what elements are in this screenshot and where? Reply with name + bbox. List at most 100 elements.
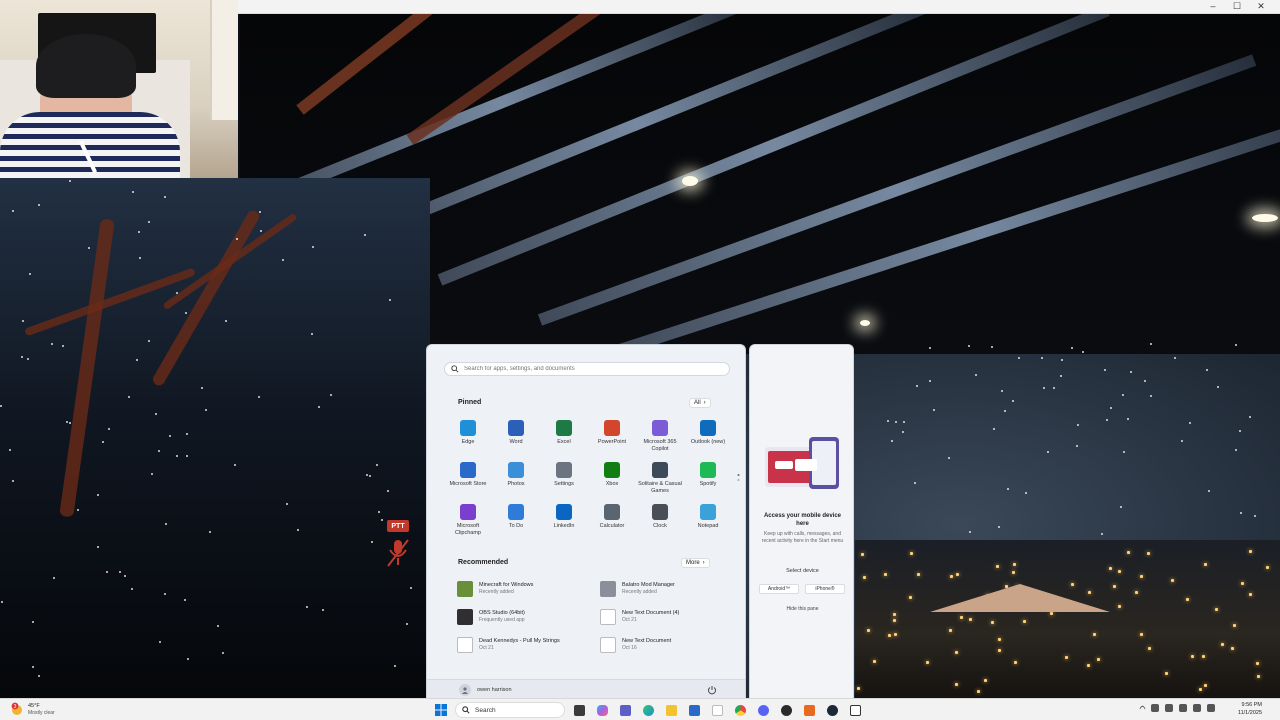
- iphone-button[interactable]: iPhone®: [805, 584, 845, 594]
- star-dot: [929, 380, 932, 383]
- spotify-icon: [700, 462, 716, 478]
- vr-icon: [849, 704, 861, 716]
- city-light: [862, 575, 866, 579]
- recommended-item[interactable]: Balatro Mod Manager Recently added: [600, 579, 717, 599]
- network-icon[interactable]: [1165, 704, 1173, 712]
- text-file-icon: [600, 609, 616, 625]
- weather-widget[interactable]: 3 45°F Mostly clear: [10, 702, 55, 716]
- taskbar: 3 45°F Mostly clear Search 9:56 PM 11/1/…: [0, 698, 1280, 720]
- taskbar-chrome[interactable]: [731, 701, 749, 719]
- start-menu: Pinned All › Edge Word Excel PowerPoint Micr…: [426, 344, 746, 698]
- phone-panel-description: Keep up with calls, messages, and recent…: [761, 531, 844, 544]
- more-button[interactable]: More ›: [681, 558, 710, 568]
- taskbar-obs[interactable]: [777, 701, 795, 719]
- taskbar-search[interactable]: Search: [455, 702, 565, 718]
- pinned-app[interactable]: PowerPoint: [588, 420, 636, 458]
- taskbar-store[interactable]: [685, 701, 703, 719]
- pinned-app[interactable]: Microsoft Clipchamp: [444, 504, 492, 542]
- star-dot: [380, 518, 383, 521]
- taskbar-steam[interactable]: [823, 701, 841, 719]
- pinned-app[interactable]: Edge: [444, 420, 492, 458]
- city-light: [894, 632, 898, 636]
- pinned-app[interactable]: Microsoft Store: [444, 462, 492, 500]
- start-button[interactable]: [432, 701, 450, 719]
- star-dot: [363, 233, 366, 236]
- star-dot: [891, 439, 894, 442]
- all-apps-button[interactable]: All ›: [689, 398, 711, 408]
- star-dot: [1216, 385, 1219, 388]
- star-dot: [1144, 380, 1147, 383]
- onedrive-icon[interactable]: [1151, 704, 1159, 712]
- user-name[interactable]: owen harrison: [477, 687, 512, 693]
- pinned-app[interactable]: Settings: [540, 462, 588, 500]
- pinned-app[interactable]: Notepad: [684, 504, 732, 542]
- city-light: [887, 634, 891, 638]
- minimize-button[interactable]: –: [1208, 2, 1218, 11]
- city-light: [1201, 654, 1205, 658]
- city-light: [1117, 605, 1121, 609]
- city-light: [955, 573, 959, 577]
- volume-icon[interactable]: [1193, 704, 1201, 712]
- star-dot: [1004, 410, 1007, 412]
- phone-link-panel: Access your mobile device here Keep up w…: [749, 344, 854, 698]
- obs-icon: [457, 609, 473, 625]
- maximize-button[interactable]: ☐: [1232, 2, 1242, 11]
- power-icon[interactable]: [707, 685, 717, 695]
- pinned-app[interactable]: Xbox: [588, 462, 636, 500]
- taskbar-apps: Search: [432, 701, 864, 719]
- steam-icon: [826, 704, 838, 716]
- tray-chevron-icon[interactable]: [1138, 704, 1147, 712]
- pinned-app[interactable]: To Do: [492, 504, 540, 542]
- star-dot: [52, 576, 55, 579]
- hide-pane-link[interactable]: Hide this pane: [758, 606, 847, 612]
- clock-time: 9:56 PM: [1241, 702, 1262, 708]
- recommended-item[interactable]: New Text Document Oct 16: [600, 635, 717, 655]
- close-button[interactable]: ✕: [1256, 2, 1266, 11]
- taskbar-app-orange[interactable]: [800, 701, 818, 719]
- android-button[interactable]: Android™: [759, 584, 799, 594]
- star-dot: [1076, 424, 1079, 427]
- pinned-app[interactable]: Excel: [540, 420, 588, 458]
- pinned-app[interactable]: Microsoft 365 Copilot: [636, 420, 684, 458]
- star-dot: [975, 374, 978, 377]
- taskbar-notepad[interactable]: [708, 701, 726, 719]
- recommended-item[interactable]: OBS Studio (64bit) Frequently used app: [457, 607, 600, 627]
- app-icon: [803, 704, 815, 716]
- star-dot: [1173, 356, 1176, 359]
- mic-muted-icon: [387, 539, 409, 567]
- pinned-app-label: Photos: [507, 481, 525, 487]
- city-light: [1266, 566, 1270, 570]
- pinned-app[interactable]: Calculator: [588, 504, 636, 542]
- pinned-app[interactable]: LinkedIn: [540, 504, 588, 542]
- taskbar-vr[interactable]: [846, 701, 864, 719]
- windows-logo-icon: [435, 704, 447, 716]
- all-apps-label: All: [694, 400, 701, 406]
- recommended-item[interactable]: New Text Document (4) Oct 21: [600, 607, 717, 627]
- taskbar-copilot[interactable]: [593, 701, 611, 719]
- taskbar-discord[interactable]: [754, 701, 772, 719]
- clock[interactable]: 9:56 PM 11/1/2025: [1222, 701, 1262, 717]
- pinned-app[interactable]: Word: [492, 420, 540, 458]
- recommended-item[interactable]: Dead Kennedys - Pull My Strings Oct 21: [457, 635, 600, 655]
- star-dot: [914, 481, 917, 484]
- bluetooth-icon[interactable]: [1179, 704, 1187, 712]
- linkedin-icon: [556, 504, 572, 520]
- pinned-app[interactable]: Solitaire & Casual Games: [636, 462, 684, 500]
- city-light: [1113, 584, 1117, 588]
- star-dot: [137, 230, 140, 233]
- task-view-button[interactable]: [570, 701, 588, 719]
- city-light: [1191, 655, 1195, 659]
- user-avatar[interactable]: [459, 683, 471, 696]
- battery-icon[interactable]: [1207, 704, 1215, 712]
- pinned-app[interactable]: Photos: [492, 462, 540, 500]
- edge-icon: [642, 704, 654, 716]
- pinned-app[interactable]: Spotify: [684, 462, 732, 500]
- recommended-item[interactable]: Minecraft for Windows Recently added: [457, 579, 600, 599]
- taskbar-teams[interactable]: [616, 701, 634, 719]
- start-search-input[interactable]: [464, 366, 724, 372]
- pinned-app[interactable]: Outlook (new): [684, 420, 732, 458]
- pinned-app[interactable]: Clock: [636, 504, 684, 542]
- start-search-box[interactable]: [444, 362, 730, 376]
- taskbar-edge[interactable]: [639, 701, 657, 719]
- taskbar-file-explorer[interactable]: [662, 701, 680, 719]
